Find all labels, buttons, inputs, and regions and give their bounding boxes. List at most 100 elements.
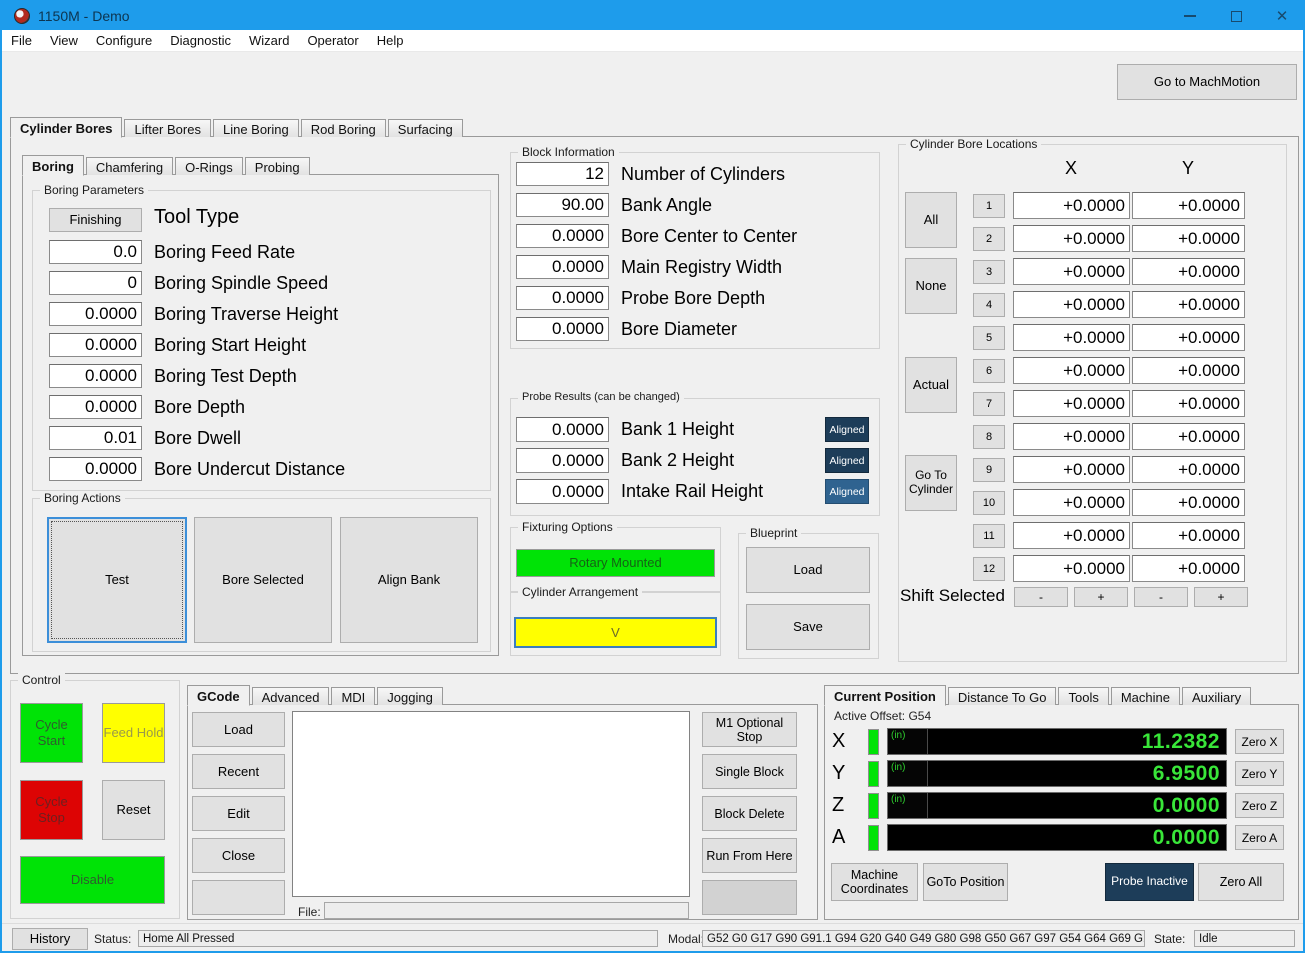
parameter-value-field[interactable]: 0.0000 (49, 333, 142, 357)
gcode-run-option-button[interactable]: Run From Here (702, 838, 797, 873)
gcode-text-area[interactable] (292, 711, 690, 897)
cylinder-number-button[interactable]: 1 (973, 193, 1005, 218)
bore-x-field[interactable]: +0.0000 (1013, 423, 1130, 450)
bore-y-field[interactable]: +0.0000 (1132, 258, 1245, 285)
gcode-button[interactable]: Recent (192, 754, 285, 789)
zero-axis-button[interactable]: Zero Z (1235, 793, 1284, 818)
bore-x-field[interactable]: +0.0000 (1013, 324, 1130, 351)
bore-x-field[interactable]: +0.0000 (1013, 192, 1130, 219)
zero-axis-button[interactable]: Zero A (1235, 825, 1284, 850)
cylinder-number-button[interactable]: 4 (973, 292, 1005, 317)
bore-x-field[interactable]: +0.0000 (1013, 522, 1130, 549)
feed-hold-button[interactable]: Feed Hold (102, 703, 165, 763)
parameter-value-field[interactable]: 0 (49, 271, 142, 295)
cylinder-number-button[interactable]: 10 (973, 490, 1005, 515)
aligned-button[interactable]: Aligned (825, 448, 869, 473)
bore-y-field[interactable]: +0.0000 (1132, 489, 1245, 516)
aligned-button[interactable]: Aligned (825, 479, 869, 504)
shift-button[interactable]: - (1014, 587, 1068, 607)
block-info-value-field[interactable]: 0.0000 (516, 286, 609, 310)
gcode-tab[interactable]: Advanced (251, 687, 330, 705)
probe-value-field[interactable]: 0.0000 (516, 417, 609, 442)
goto-position-button[interactable]: GoTo Position (923, 863, 1008, 901)
bore-x-field[interactable]: +0.0000 (1013, 225, 1130, 252)
gcode-run-option-button[interactable]: Single Block (702, 754, 797, 789)
bore-selected-button[interactable]: Bore Selected (194, 517, 332, 643)
main-tab[interactable]: Rod Boring (300, 119, 386, 137)
block-info-value-field[interactable]: 0.0000 (516, 255, 609, 279)
history-button[interactable]: History (12, 928, 88, 950)
position-tab[interactable]: Tools (1058, 687, 1109, 705)
parameter-value-field[interactable]: 0.01 (49, 426, 142, 450)
bore-y-field[interactable]: +0.0000 (1132, 522, 1245, 549)
parameter-value-field[interactable]: 0.0000 (49, 457, 142, 481)
menu-item[interactable]: Operator (298, 33, 367, 48)
main-tab[interactable]: Cylinder Bores (10, 117, 123, 138)
bore-y-field[interactable]: +0.0000 (1132, 390, 1245, 417)
block-info-value-field[interactable]: 0.0000 (516, 317, 609, 341)
gcode-button[interactable]: Load (192, 712, 285, 747)
blank-button[interactable] (702, 880, 797, 915)
gcode-button[interactable]: Edit (192, 796, 285, 831)
bore-y-field[interactable]: +0.0000 (1132, 291, 1245, 318)
gcode-tab[interactable]: GCode (187, 685, 250, 706)
cylinder-number-button[interactable]: 7 (973, 391, 1005, 416)
probe-inactive-button[interactable]: Probe Inactive (1105, 863, 1194, 901)
select-none-button[interactable]: None (905, 258, 957, 314)
boring-sub-tab[interactable]: Boring (22, 155, 84, 176)
bore-y-field[interactable]: +0.0000 (1132, 555, 1245, 582)
bore-x-field[interactable]: +0.0000 (1013, 258, 1130, 285)
machine-coordinates-button[interactable]: Machine Coordinates (831, 863, 918, 901)
bore-y-field[interactable]: +0.0000 (1132, 456, 1245, 483)
menu-item[interactable]: Help (368, 33, 413, 48)
parameter-value-field[interactable]: 0.0000 (49, 302, 142, 326)
blank-button[interactable] (192, 880, 285, 915)
main-tab[interactable]: Line Boring (212, 119, 299, 137)
main-tab[interactable]: Lifter Bores (124, 119, 211, 137)
shift-button[interactable]: - (1134, 587, 1188, 607)
position-tab[interactable]: Auxiliary (1181, 687, 1252, 705)
bore-x-field[interactable]: +0.0000 (1013, 390, 1130, 417)
bore-x-field[interactable]: +0.0000 (1013, 555, 1130, 582)
boring-sub-tab[interactable]: Probing (244, 157, 310, 175)
cylinder-number-button[interactable]: 11 (973, 523, 1005, 548)
cycle-start-button[interactable]: Cycle Start (20, 703, 83, 763)
block-info-value-field[interactable]: 12 (516, 162, 609, 186)
finishing-button[interactable]: Finishing (49, 208, 142, 232)
cylinder-number-button[interactable]: 3 (973, 259, 1005, 284)
bore-y-field[interactable]: +0.0000 (1132, 423, 1245, 450)
gcode-tab[interactable]: Jogging (377, 687, 443, 705)
aligned-button[interactable]: Aligned (825, 417, 869, 442)
close-button[interactable]: ✕ (1259, 0, 1303, 32)
probe-value-field[interactable]: 0.0000 (516, 479, 609, 504)
gcode-button[interactable]: Close (192, 838, 285, 873)
cylinder-number-button[interactable]: 12 (973, 556, 1005, 581)
cylinder-arrangement-button[interactable]: V (514, 617, 717, 648)
boring-sub-tab[interactable]: Chamfering (85, 157, 174, 175)
position-tab[interactable]: Machine (1110, 687, 1180, 705)
disable-button[interactable]: Disable (20, 856, 165, 904)
parameter-value-field[interactable]: 0.0000 (49, 395, 142, 419)
bore-x-field[interactable]: +0.0000 (1013, 489, 1130, 516)
cylinder-number-button[interactable]: 6 (973, 358, 1005, 383)
zero-axis-button[interactable]: Zero Y (1235, 761, 1284, 786)
test-button[interactable]: Test (47, 517, 187, 643)
gcode-run-option-button[interactable]: Block Delete (702, 796, 797, 831)
go-to-cylinder-button[interactable]: Go To Cylinder (905, 455, 957, 511)
select-all-button[interactable]: All (905, 192, 957, 248)
menu-item[interactable]: Wizard (240, 33, 298, 48)
block-info-value-field[interactable]: 0.0000 (516, 224, 609, 248)
bore-y-field[interactable]: +0.0000 (1132, 225, 1245, 252)
cylinder-number-button[interactable]: 9 (973, 457, 1005, 482)
rotary-mounted-button[interactable]: Rotary Mounted (516, 549, 715, 577)
parameter-value-field[interactable]: 0.0 (49, 240, 142, 264)
blueprint-load-button[interactable]: Load (746, 547, 870, 593)
cycle-stop-button[interactable]: Cycle Stop (20, 780, 83, 840)
boring-sub-tab[interactable]: O-Rings (175, 157, 243, 175)
bore-x-field[interactable]: +0.0000 (1013, 291, 1130, 318)
gcode-run-option-button[interactable]: M1 Optional Stop (702, 712, 797, 747)
position-tab[interactable]: Distance To Go (947, 687, 1057, 705)
probe-value-field[interactable]: 0.0000 (516, 448, 609, 473)
actual-button[interactable]: Actual (905, 357, 957, 413)
blueprint-save-button[interactable]: Save (746, 604, 870, 650)
